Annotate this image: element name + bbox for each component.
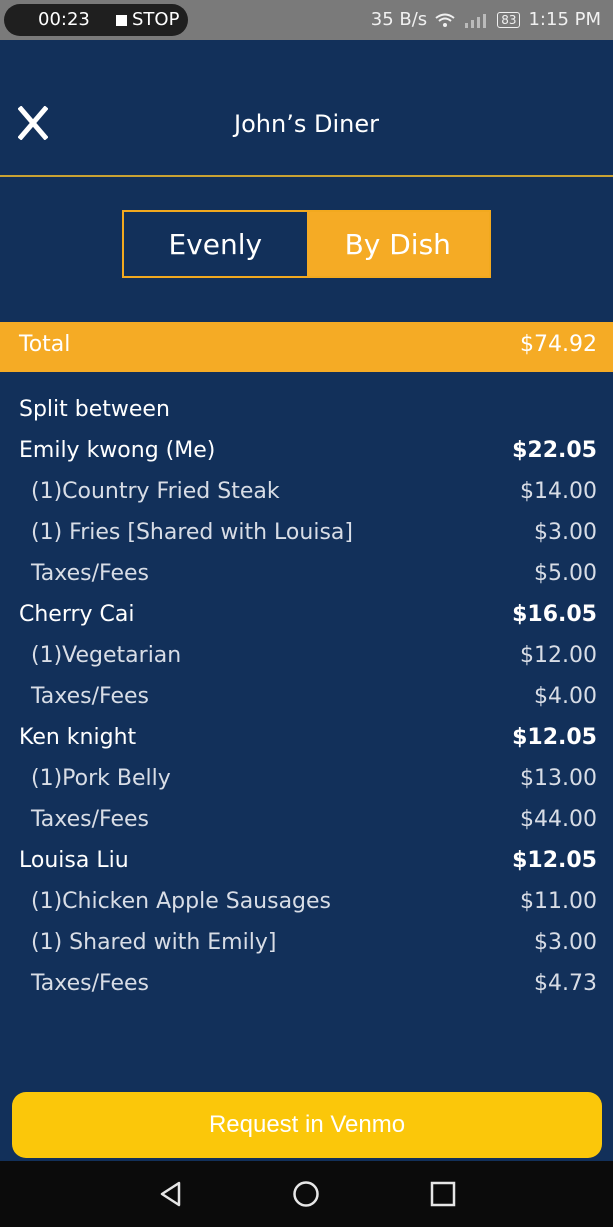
person-row: Emily kwong (Me) $22.05 [0, 431, 613, 472]
page-title: John’s Diner [234, 110, 379, 138]
dish-amount: $4.00 [534, 684, 597, 709]
recording-time: 00:23 [38, 9, 90, 30]
dish-label: (1)Country Fried Steak [31, 479, 280, 504]
dish-label: Taxes/Fees [31, 684, 150, 709]
person-amount: $22.05 [512, 438, 597, 463]
person-row: Ken knight $12.05 [0, 718, 613, 759]
split-heading: Split between [19, 397, 170, 422]
dish-row: (1)Pork Belly $13.00 [0, 759, 613, 800]
total-bar: Total $74.92 [0, 322, 613, 372]
dish-row: (1)Chicken Apple Sausages $11.00 [0, 882, 613, 923]
dish-label: Taxes/Fees [31, 807, 150, 832]
dish-label: (1)Vegetarian [31, 643, 182, 668]
person-amount: $16.05 [512, 602, 597, 627]
person-amount: $12.05 [512, 725, 597, 750]
person-name: Ken knight [19, 725, 137, 750]
evenly-tab[interactable]: Evenly [124, 212, 307, 276]
back-icon[interactable] [157, 1180, 185, 1208]
dish-amount: $4.73 [534, 971, 597, 996]
dish-label: (1)Pork Belly [31, 766, 171, 791]
dish-label: (1)Chicken Apple Sausages [31, 889, 332, 914]
dish-amount: $44.00 [520, 807, 597, 832]
person-name: Louisa Liu [19, 848, 129, 873]
wifi-icon [435, 13, 455, 27]
dish-row: Taxes/Fees $44.00 [0, 800, 613, 841]
recent-apps-icon[interactable] [430, 1181, 456, 1207]
person-row: Louisa Liu $12.05 [0, 841, 613, 882]
request-in-venmo-button[interactable]: Request in Venmo [12, 1092, 602, 1158]
dish-amount: $12.00 [520, 643, 597, 668]
dish-amount: $3.00 [534, 520, 597, 545]
split-list: Split between Emily kwong (Me) $22.05 (1… [0, 390, 613, 1005]
person-row: Cherry Cai $16.05 [0, 595, 613, 636]
dish-amount: $13.00 [520, 766, 597, 791]
person-amount: $12.05 [512, 848, 597, 873]
dish-row: (1)Country Fried Steak $14.00 [0, 472, 613, 513]
battery-icon: 83 [497, 12, 521, 28]
app-header [0, 40, 613, 175]
clock: 1:15 PM [528, 9, 601, 30]
dish-amount: $14.00 [520, 479, 597, 504]
dish-label: Taxes/Fees [31, 561, 150, 586]
system-nav-bar [0, 1161, 613, 1227]
dish-row: Taxes/Fees $4.00 [0, 677, 613, 718]
home-icon[interactable] [292, 1180, 320, 1208]
dish-row: (1) Fries [Shared with Louisa] $3.00 [0, 513, 613, 554]
screen-recording-pill[interactable]: 00:23 STOP [4, 4, 188, 36]
split-heading-row: Split between [0, 390, 613, 431]
by-dish-tab[interactable]: By Dish [306, 212, 489, 276]
dish-label: (1) Fries [Shared with Louisa] [31, 520, 353, 545]
signal-icon [465, 14, 487, 28]
dish-row: (1)Vegetarian $12.00 [0, 636, 613, 677]
person-name: Emily kwong (Me) [19, 438, 216, 463]
stop-icon [116, 15, 127, 26]
dish-row: Taxes/Fees $4.73 [0, 964, 613, 1005]
dish-label: Taxes/Fees [31, 971, 150, 996]
total-amount: $74.92 [520, 332, 597, 357]
header-divider [0, 175, 613, 177]
dish-row: (1) Shared with Emily] $3.00 [0, 923, 613, 964]
dish-row: Taxes/Fees $5.00 [0, 554, 613, 595]
dish-label: (1) Shared with Emily] [31, 930, 277, 955]
dish-amount: $5.00 [534, 561, 597, 586]
status-bar: 00:23 STOP 35 B/s 83 1:15 PM [0, 0, 613, 40]
network-speed: 35 B/s [370, 9, 428, 30]
total-label: Total [19, 332, 71, 357]
stop-label: STOP [132, 9, 180, 30]
split-mode-toggle: Evenly By Dish [122, 210, 491, 278]
dish-amount: $3.00 [534, 930, 597, 955]
person-name: Cherry Cai [19, 602, 135, 627]
status-indicators: 35 B/s 83 1:15 PM [371, 0, 601, 40]
dish-amount: $11.00 [520, 889, 597, 914]
